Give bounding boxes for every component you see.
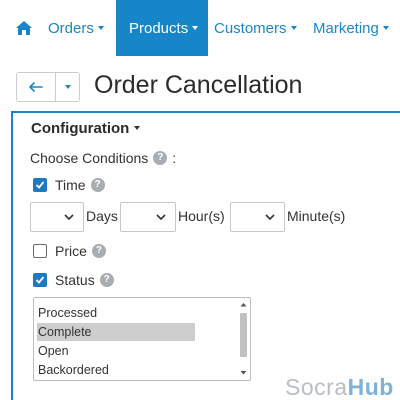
caret-down-icon xyxy=(65,85,71,89)
status-label: Status xyxy=(55,272,95,288)
nav-item-orders[interactable]: Orders xyxy=(48,0,104,56)
status-multiselect[interactable]: Processed Complete Open Backordered xyxy=(33,297,251,381)
check-icon xyxy=(35,181,45,189)
back-dropdown-toggle[interactable] xyxy=(55,73,80,101)
price-checkbox[interactable] xyxy=(33,244,47,258)
watermark-logo: SocraHub xyxy=(285,374,394,400)
back-button[interactable] xyxy=(17,73,55,101)
top-navigation: Orders Products Customers Marketing xyxy=(0,0,400,56)
back-button-group xyxy=(16,72,80,102)
help-icon[interactable]: ? xyxy=(99,273,114,287)
configuration-panel: Configuration Choose Conditions ? : Time… xyxy=(11,111,400,400)
choose-conditions-row: Choose Conditions ? : xyxy=(30,150,176,166)
help-icon[interactable]: ? xyxy=(153,151,168,165)
status-condition-row: Status ? xyxy=(33,272,114,288)
nav-item-label: Customers xyxy=(214,20,287,37)
caret-down-icon xyxy=(290,26,297,31)
section-toggle-configuration[interactable]: Configuration xyxy=(31,120,141,137)
chevron-down-icon xyxy=(156,214,166,221)
nav-item-customers[interactable]: Customers xyxy=(214,0,297,56)
minutes-label: Minute(s) xyxy=(287,208,346,224)
nav-item-label: Products xyxy=(129,20,189,37)
watermark-part2: Hub xyxy=(347,374,394,400)
time-label: Time xyxy=(55,177,86,193)
status-option[interactable]: Open xyxy=(37,342,69,360)
home-icon[interactable] xyxy=(10,14,38,42)
time-condition-row: Time ? xyxy=(33,177,105,193)
check-icon xyxy=(35,276,45,284)
arrow-left-icon xyxy=(29,82,43,92)
nav-item-label: Orders xyxy=(48,20,94,37)
listbox-scrollbar[interactable] xyxy=(237,298,250,380)
caret-down-icon xyxy=(134,126,141,131)
hours-label: Hour(s) xyxy=(178,208,225,224)
nav-item-products[interactable]: Products xyxy=(116,0,208,56)
time-checkbox[interactable] xyxy=(33,178,47,192)
choose-conditions-label: Choose Conditions xyxy=(30,150,149,166)
colon: : xyxy=(172,150,177,166)
section-title: Configuration xyxy=(31,120,130,137)
status-option[interactable]: Processed xyxy=(37,304,97,322)
nav-item-marketing[interactable]: Marketing xyxy=(313,0,389,56)
chevron-down-icon xyxy=(64,214,74,221)
chevron-down-icon xyxy=(265,214,275,221)
status-option-selected[interactable]: Complete xyxy=(37,323,195,341)
help-icon[interactable]: ? xyxy=(90,178,105,192)
status-checkbox[interactable] xyxy=(33,273,47,287)
help-icon[interactable]: ? xyxy=(91,244,106,258)
minutes-select[interactable] xyxy=(230,202,285,232)
price-condition-row: Price ? xyxy=(33,243,106,259)
scroll-down-icon xyxy=(240,371,247,375)
price-label: Price xyxy=(55,243,87,259)
scroll-up-icon xyxy=(240,303,247,307)
scrollbar-thumb[interactable] xyxy=(240,313,247,357)
status-option[interactable]: Backordered xyxy=(37,361,109,379)
caret-down-icon xyxy=(382,26,389,31)
nav-item-label: Marketing xyxy=(313,20,379,37)
caret-down-icon xyxy=(97,26,104,31)
page-title: Order Cancellation xyxy=(94,71,303,99)
caret-down-icon xyxy=(192,26,199,31)
watermark-part1: Socra xyxy=(285,374,348,400)
days-select[interactable] xyxy=(30,202,84,232)
hours-select[interactable] xyxy=(120,202,176,232)
days-label: Days xyxy=(86,208,118,224)
